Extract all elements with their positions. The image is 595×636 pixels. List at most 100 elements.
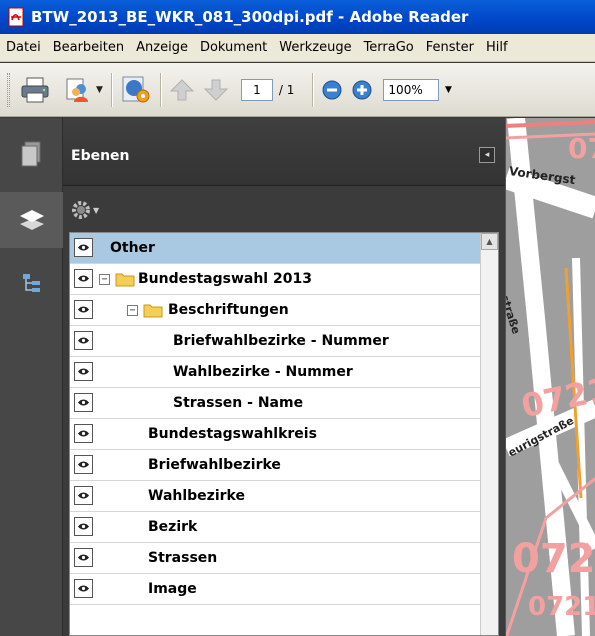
menu-anzeige[interactable]: Anzeige: [130, 34, 194, 61]
menu-dokument[interactable]: Dokument: [194, 34, 273, 61]
next-page-button[interactable]: [203, 70, 229, 110]
printer-icon: [21, 77, 49, 102]
toolbar: ▼ 1 / 1 100% ▼: [0, 63, 595, 117]
zoom-in-icon: [352, 80, 372, 99]
layer-row-bundestagswahlkreis[interactable]: Bundestagswahlkreis: [70, 419, 480, 450]
create-button[interactable]: [120, 70, 152, 110]
menu-datei[interactable]: Datei: [0, 34, 47, 61]
eye-icon: [78, 244, 89, 251]
visibility-toggle[interactable]: [74, 424, 93, 443]
toolbar-separator: [110, 72, 112, 107]
layer-row-other[interactable]: Other: [70, 233, 480, 264]
print-button[interactable]: [20, 70, 50, 110]
collapse-toggle[interactable]: −: [127, 305, 138, 316]
layer-row-beschriftungen[interactable]: − Beschriftungen: [70, 295, 480, 326]
menu-terrago[interactable]: TerraGo: [358, 34, 420, 61]
layer-label: Image: [148, 581, 197, 597]
chevron-down-icon[interactable]: ▼: [96, 85, 103, 95]
visibility-toggle[interactable]: [74, 517, 93, 536]
layer-row-image[interactable]: Image: [70, 574, 480, 605]
zoom-field[interactable]: 100%: [383, 78, 440, 101]
zoom-out-icon: [322, 80, 342, 99]
layer-list: Other − Bundestagswahl 2013 − Beschriftu…: [69, 232, 499, 636]
visibility-toggle[interactable]: [74, 393, 93, 412]
navigation-pane: [0, 118, 63, 636]
layer-row-wahlbezirke[interactable]: Wahlbezirke: [70, 481, 480, 512]
menu-fenster[interactable]: Fenster: [420, 34, 480, 61]
layer-row-briefwahlbezirke[interactable]: Briefwahlbezirke: [70, 450, 480, 481]
eye-icon: [78, 492, 89, 499]
gear-icon: [72, 201, 90, 219]
eye-icon: [78, 585, 89, 592]
title-bar: BTW_2013_BE_WKR_081_300dpi.pdf - Adobe R…: [0, 0, 595, 34]
zoom-out-button[interactable]: [321, 70, 343, 110]
layer-row-wahlbezirke-nummer[interactable]: Wahlbezirke - Nummer: [70, 357, 480, 388]
layer-label: Briefwahlbezirke - Nummer: [173, 333, 389, 349]
visibility-toggle[interactable]: [74, 486, 93, 505]
layers-icon: [19, 210, 44, 230]
visibility-toggle[interactable]: [74, 331, 93, 350]
layer-label: Bundestagswahl 2013: [138, 271, 312, 287]
eye-icon: [78, 461, 89, 468]
zoom-in-button[interactable]: [351, 70, 373, 110]
pages-panel-button[interactable]: [0, 126, 63, 182]
layer-row-strassen[interactable]: Strassen: [70, 543, 480, 574]
eye-icon: [78, 368, 89, 375]
toolbar-separator: [159, 72, 161, 107]
visibility-toggle[interactable]: [74, 300, 93, 319]
menu-hilfe[interactable]: Hilf: [480, 34, 514, 61]
menu-werkzeuge[interactable]: Werkzeuge: [273, 34, 357, 61]
layer-label: Strassen: [148, 550, 218, 566]
layers-panel-button[interactable]: [0, 192, 63, 248]
tree-structure-icon: [22, 274, 40, 292]
window-title: BTW_2013_BE_WKR_081_300dpi.pdf - Adobe R…: [31, 8, 469, 26]
layer-label: Briefwahlbezirke: [148, 457, 281, 473]
menu-bar: Datei Bearbeiten Anzeige Dokument Werkze…: [0, 34, 595, 62]
layers-panel: Ebenen ◂ ▼ Other − Bundestagswahl 2013 −…: [63, 118, 505, 636]
users-share-icon: [66, 78, 88, 102]
structure-panel-button[interactable]: [0, 256, 63, 312]
layer-row-bezirk[interactable]: Bezirk: [70, 512, 480, 543]
page-total: / 1: [278, 82, 295, 97]
document-view[interactable]: 07 Vorbergst nienstraße 0721 eurigstraße…: [505, 118, 595, 636]
visibility-toggle[interactable]: [74, 238, 93, 257]
menu-bearbeiten[interactable]: Bearbeiten: [47, 34, 130, 61]
visibility-toggle[interactable]: [74, 455, 93, 474]
map-label: 07: [568, 132, 595, 165]
page-number-input[interactable]: 1: [240, 78, 273, 101]
layer-list-scrollbar[interactable]: ▲: [480, 233, 498, 635]
chevron-down-icon: ▼: [93, 205, 100, 215]
folder-icon: [143, 304, 163, 318]
visibility-toggle[interactable]: [74, 579, 93, 598]
visibility-toggle[interactable]: [74, 548, 93, 567]
arrow-up-icon: [169, 78, 195, 100]
eye-icon: [78, 523, 89, 530]
share-button[interactable]: ▼: [64, 70, 103, 110]
eye-icon: [78, 554, 89, 561]
scroll-up-button[interactable]: ▲: [481, 233, 498, 250]
layer-options-button[interactable]: ▼: [71, 200, 99, 220]
collapse-toggle[interactable]: −: [99, 274, 110, 285]
map-label: 072H: [512, 536, 595, 582]
layer-row-bundestagswahl[interactable]: − Bundestagswahl 2013: [70, 264, 480, 295]
panel-header: Ebenen ◂: [63, 118, 505, 186]
visibility-toggle[interactable]: [74, 269, 93, 288]
previous-page-button[interactable]: [169, 70, 195, 110]
eye-icon: [78, 337, 89, 344]
layer-row-briefwahlbezirke-nummer[interactable]: Briefwahlbezirke - Nummer: [70, 326, 480, 357]
toolbar-separator: [312, 72, 314, 107]
layer-label: Wahlbezirke - Nummer: [173, 364, 353, 380]
layer-label: Strassen - Name: [173, 395, 304, 411]
visibility-toggle[interactable]: [74, 362, 93, 381]
panel-title: Ebenen: [71, 148, 130, 164]
toolbar-grip[interactable]: [7, 72, 10, 107]
pages-icon: [21, 141, 40, 167]
zoom-dropdown-chevron-down-icon[interactable]: ▼: [439, 79, 457, 101]
folder-icon: [115, 273, 135, 287]
layer-label: Other: [110, 240, 155, 256]
layer-row-strassen-name[interactable]: Strassen - Name: [70, 388, 480, 419]
collapse-panel-button[interactable]: ◂: [479, 147, 495, 163]
pdf-file-icon: [8, 7, 24, 27]
eye-icon: [78, 306, 89, 313]
eye-icon: [78, 399, 89, 406]
